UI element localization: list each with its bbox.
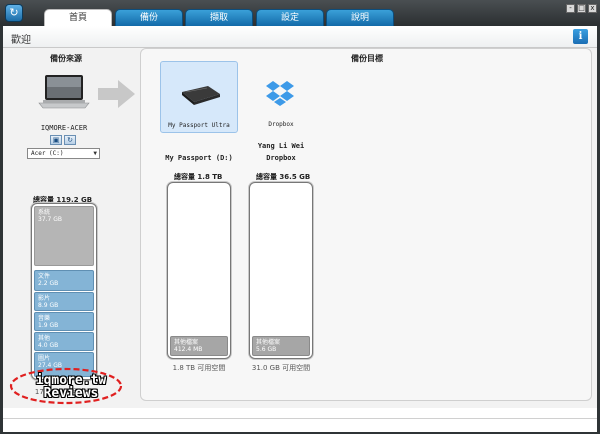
target-my-passport[interactable]: My Passport Ultra bbox=[160, 61, 238, 133]
app-logo-icon: ↻ bbox=[5, 4, 23, 22]
segment-size: 8.9 GB bbox=[38, 302, 59, 309]
tab-backup[interactable]: 備份 bbox=[115, 9, 183, 26]
dashboard-content: 備份來源 IQMORE-ACER ▣ ↻ Acer (C:) ▼ 總容量 119… bbox=[3, 48, 597, 408]
title-bar: ↻ 首頁 備份 擷取 設定 說明 - □ x bbox=[0, 0, 600, 27]
segment-name: 其他檔案 bbox=[256, 339, 281, 346]
dropbox-icon bbox=[266, 81, 294, 106]
segment-size: 412.4 MB bbox=[174, 346, 203, 353]
segment-name: 影片 bbox=[38, 295, 51, 302]
backup-source-label: 備份來源 bbox=[50, 54, 82, 63]
minimize-button[interactable]: - bbox=[566, 4, 575, 13]
laptop-icon bbox=[38, 75, 90, 109]
segment-name: 文件 bbox=[38, 273, 51, 280]
segment-name: 其他檔案 bbox=[174, 339, 199, 346]
page-header: 歡迎 i bbox=[3, 26, 597, 48]
segment-other-files[interactable]: 其他檔案 5.6 GB bbox=[252, 336, 310, 356]
source-buttons: ▣ ↻ bbox=[50, 135, 76, 145]
watermark: iqmore.tw Reviews bbox=[7, 366, 125, 406]
tab-settings[interactable]: 設定 bbox=[256, 9, 324, 26]
backup-target-panel: 備份目標 My Passport Ultra Dropbox Yang Li W… bbox=[140, 48, 592, 401]
watermark-line2: Reviews bbox=[43, 386, 99, 401]
external-drive-icon bbox=[182, 86, 220, 105]
target-drive-title: My Passport (D:) bbox=[165, 154, 233, 162]
segment-size: 4.0 GB bbox=[38, 342, 59, 349]
tab-retrieve[interactable]: 擷取 bbox=[185, 9, 253, 26]
tab-help[interactable]: 說明 bbox=[326, 9, 394, 26]
chevron-down-icon: ▼ bbox=[93, 150, 97, 157]
segment-other[interactable]: 其他 4.0 GB bbox=[34, 332, 94, 351]
status-bar bbox=[3, 408, 597, 432]
target-free-space: 1.8 TB 可用空間 bbox=[172, 364, 226, 372]
target-free-space: 31.0 GB 可用空間 bbox=[251, 364, 311, 372]
target-dropbox[interactable]: Dropbox bbox=[242, 61, 320, 133]
divider bbox=[3, 418, 597, 419]
segment-name: 音樂 bbox=[38, 315, 51, 322]
target-capacity-label: 總容量 1.8 TB bbox=[174, 173, 223, 181]
segment-size: 2.2 GB bbox=[38, 280, 59, 287]
source-device-name: IQMORE-ACER bbox=[40, 124, 88, 132]
segment-other-files[interactable]: 其他檔案 412.4 MB bbox=[170, 336, 228, 356]
refresh-button[interactable]: ↻ bbox=[64, 135, 76, 145]
target-capacity-gauge: 其他檔案 412.4 MB bbox=[167, 182, 231, 359]
source-capacity-gauge: 系統 37.7 GB 文件 2.2 GB 影片 8.9 GB 音樂 1.9 GB… bbox=[31, 203, 97, 380]
target-device-name: Dropbox bbox=[268, 121, 294, 128]
segment-size: 1.9 GB bbox=[38, 322, 59, 329]
segment-name: 系統 bbox=[38, 209, 51, 216]
arrow-right-icon bbox=[98, 80, 135, 108]
info-icon[interactable]: i bbox=[573, 29, 588, 44]
segment-size: 37.7 GB bbox=[38, 216, 63, 223]
drive-select[interactable]: Acer (C:) ▼ bbox=[27, 148, 100, 159]
segment-name: 其他 bbox=[38, 335, 51, 342]
page-title: 歡迎 bbox=[11, 35, 31, 46]
dropbox-user-name: Yang Li Wei bbox=[257, 142, 305, 150]
segment-videos[interactable]: 影片 8.9 GB bbox=[34, 292, 94, 311]
segment-name: 圖片 bbox=[38, 355, 51, 362]
app-window: ↻ 首頁 備份 擷取 設定 說明 - □ x 歡迎 i 備份來源 IQMORE-… bbox=[0, 0, 600, 434]
segment-size: 5.6 GB bbox=[256, 346, 277, 353]
view-button[interactable]: ▣ bbox=[50, 135, 62, 145]
maximize-button[interactable]: □ bbox=[577, 4, 586, 13]
segment-documents[interactable]: 文件 2.2 GB bbox=[34, 270, 94, 291]
target-device-name: My Passport Ultra bbox=[168, 122, 230, 129]
target-capacity-gauge: 其他檔案 5.6 GB bbox=[249, 182, 313, 359]
tab-home[interactable]: 首頁 bbox=[44, 9, 112, 27]
segment-music[interactable]: 音樂 1.9 GB bbox=[34, 312, 94, 331]
target-capacity-label: 總容量 36.5 GB bbox=[256, 173, 311, 181]
target-drive-title: Dropbox bbox=[266, 154, 296, 162]
close-button[interactable]: x bbox=[588, 4, 597, 13]
drive-select-value: Acer (C:) bbox=[31, 150, 64, 157]
segment-system[interactable]: 系統 37.7 GB bbox=[34, 206, 94, 266]
